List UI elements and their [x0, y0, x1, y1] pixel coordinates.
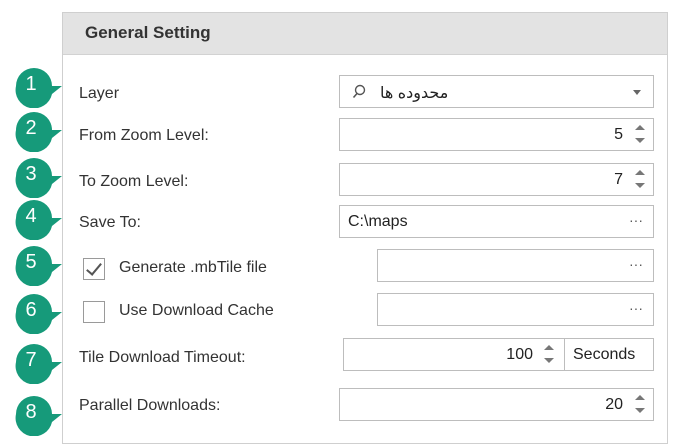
parallel-stepper[interactable]: 20	[339, 388, 654, 421]
to-zoom-value: 7	[614, 171, 623, 188]
browse-button[interactable]: ···	[629, 256, 643, 272]
from-zoom-spinner[interactable]	[633, 124, 647, 146]
timeout-value: 100	[506, 346, 533, 363]
save-to-value: C:\maps	[348, 213, 408, 230]
search-icon	[352, 84, 366, 100]
to-zoom-spinner[interactable]	[633, 169, 647, 191]
timeout-unit: Seconds	[564, 339, 654, 370]
layer-value: محدوده ها	[380, 85, 449, 102]
step-badge-6: 6	[12, 290, 62, 334]
from-zoom-stepper[interactable]: 5	[339, 118, 654, 151]
step-badge-2: 2	[12, 108, 62, 152]
chevron-down-icon[interactable]	[633, 90, 641, 95]
check-icon	[86, 259, 102, 276]
step-badge-7: 7	[12, 340, 62, 384]
save-to-label: Save To:	[79, 214, 141, 231]
mbtile-path-field[interactable]: ···	[377, 249, 654, 282]
spin-down-icon[interactable]	[635, 408, 645, 413]
panel-title: General Setting	[85, 23, 211, 42]
step-badge-8: 8	[12, 392, 62, 436]
step-badge-1: 1	[12, 64, 62, 108]
spin-up-icon[interactable]	[544, 345, 554, 350]
browse-button[interactable]: ···	[629, 300, 643, 316]
from-zoom-value: 5	[614, 126, 623, 143]
layer-dropdown[interactable]: محدوده ها	[339, 75, 654, 108]
browse-button[interactable]: ···	[629, 212, 643, 228]
generate-mbtile-checkbox[interactable]	[83, 258, 105, 280]
step-badge-3: 3	[12, 154, 62, 198]
download-cache-checkbox[interactable]	[83, 301, 105, 323]
spin-up-icon[interactable]	[635, 170, 645, 175]
panel-header: General Setting	[63, 13, 667, 55]
timeout-unit-label: Seconds	[573, 346, 636, 363]
to-zoom-label: To Zoom Level:	[79, 173, 189, 190]
timeout-label: Tile Download Timeout:	[79, 349, 246, 366]
spin-down-icon[interactable]	[635, 138, 645, 143]
parallel-value: 20	[605, 396, 623, 413]
cache-path-field[interactable]: ···	[377, 293, 654, 326]
parallel-label: Parallel Downloads:	[79, 397, 221, 414]
layer-label: Layer	[79, 85, 120, 102]
general-setting-panel: General Setting Layer محدوده ها From Zoo…	[62, 12, 668, 444]
parallel-spinner[interactable]	[633, 394, 647, 416]
generate-mbtile-label: Generate .mbTile file	[119, 259, 267, 276]
download-cache-label: Use Download Cache	[119, 302, 274, 319]
spin-up-icon[interactable]	[635, 125, 645, 130]
spin-down-icon[interactable]	[544, 358, 554, 363]
timeout-stepper[interactable]: 100 Seconds	[343, 338, 654, 371]
save-to-field[interactable]: C:\maps ···	[339, 205, 654, 238]
step-badge-4: 4	[12, 196, 62, 240]
timeout-spinner[interactable]	[542, 344, 556, 366]
spin-up-icon[interactable]	[635, 395, 645, 400]
from-zoom-label: From Zoom Level:	[79, 127, 209, 144]
to-zoom-stepper[interactable]: 7	[339, 163, 654, 196]
step-badge-5: 5	[12, 242, 62, 286]
spin-down-icon[interactable]	[635, 183, 645, 188]
